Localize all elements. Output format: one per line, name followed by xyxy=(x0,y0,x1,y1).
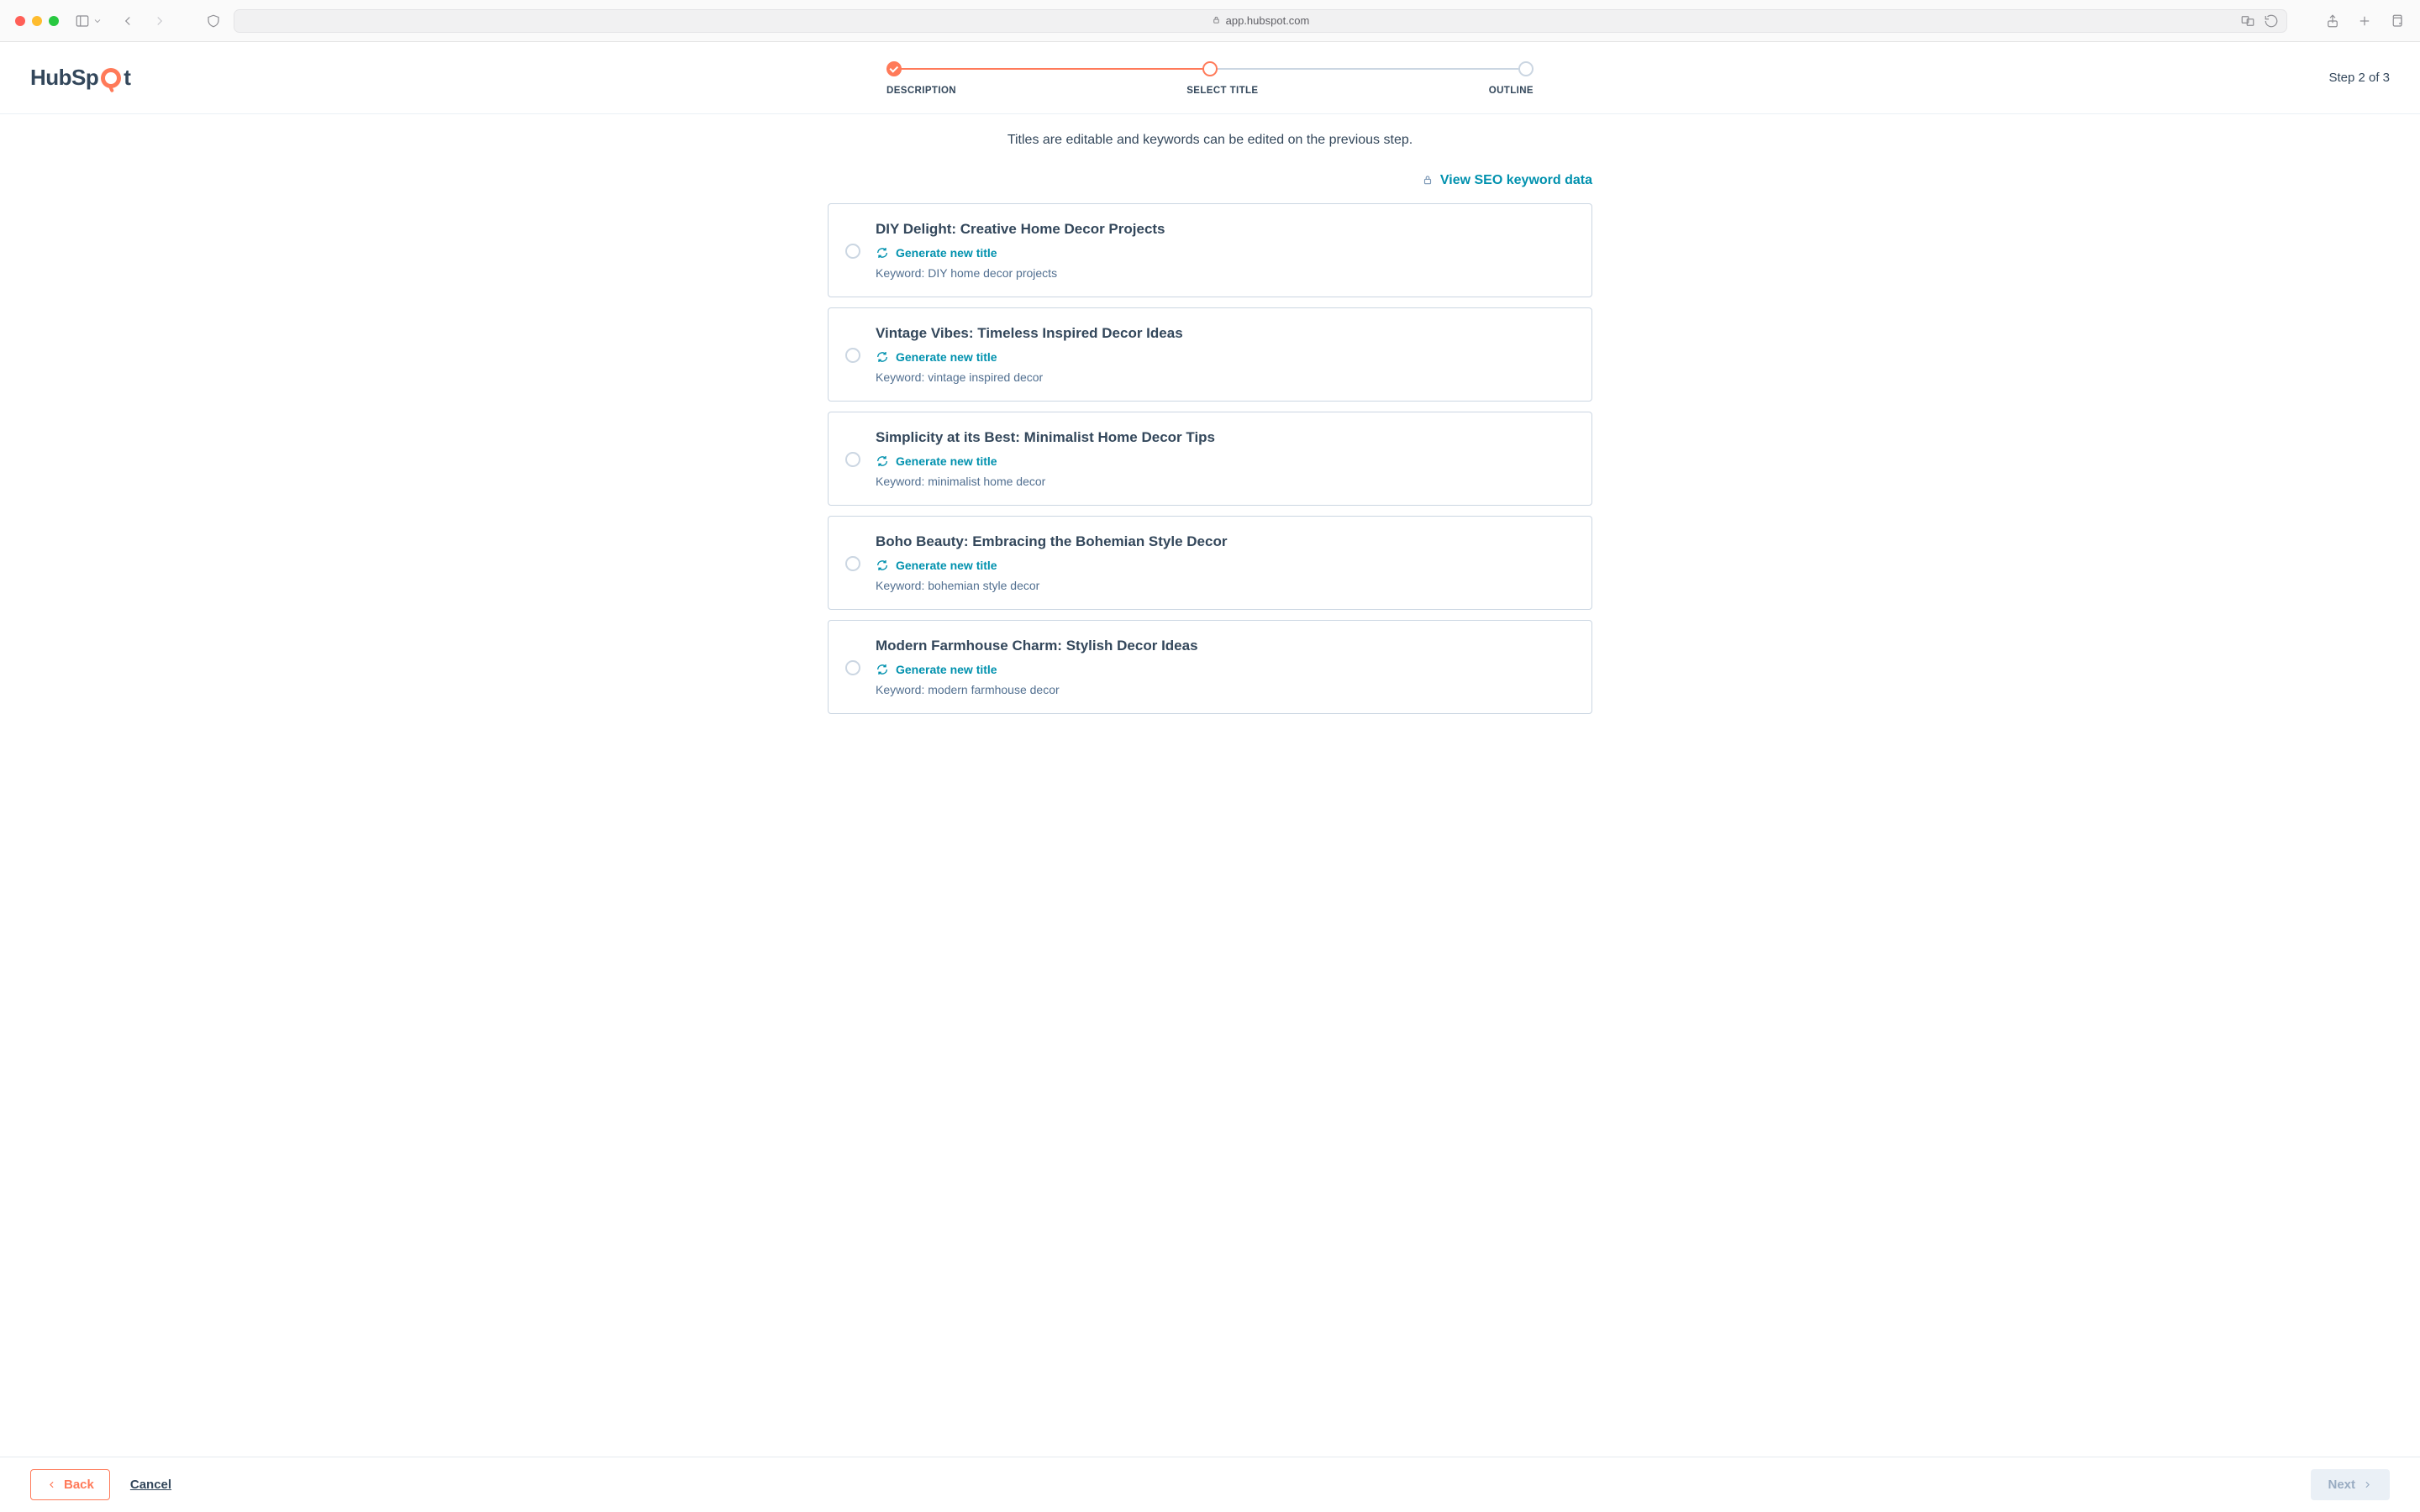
refresh-icon xyxy=(876,559,889,572)
address-bar[interactable]: app.hubspot.com xyxy=(234,9,2287,33)
step-counter: Step 2 of 3 xyxy=(2328,71,2390,85)
title-option-heading: Modern Farmhouse Charm: Stylish Decor Id… xyxy=(876,638,1570,654)
sidebar-toggle-button[interactable] xyxy=(74,13,103,29)
refresh-icon xyxy=(876,663,889,676)
title-radio[interactable] xyxy=(845,452,860,467)
generate-new-title-link[interactable]: Generate new title xyxy=(876,350,1570,364)
title-option-card[interactable]: Boho Beauty: Embracing the Bohemian Styl… xyxy=(828,516,1592,610)
hubspot-logo: HubSp t xyxy=(30,65,130,91)
title-option-heading: Boho Beauty: Embracing the Bohemian Styl… xyxy=(876,533,1570,550)
keyword-prefix: Keyword: xyxy=(876,579,928,592)
step-label-2: SELECT TITLE xyxy=(1186,86,1258,96)
privacy-shield-icon[interactable] xyxy=(205,13,222,29)
keyword-line: Keyword: minimalist home decor xyxy=(876,475,1570,488)
title-option-card[interactable]: Simplicity at its Best: Minimalist Home … xyxy=(828,412,1592,506)
window-minimize-button[interactable] xyxy=(32,16,42,26)
title-option-heading: DIY Delight: Creative Home Decor Project… xyxy=(876,221,1570,238)
translate-icon[interactable] xyxy=(2239,13,2256,29)
reload-icon[interactable] xyxy=(2263,13,2280,29)
keyword-prefix: Keyword: xyxy=(876,370,928,384)
generate-new-title-link[interactable]: Generate new title xyxy=(876,454,1570,468)
generate-new-title-label: Generate new title xyxy=(896,454,997,468)
generate-new-title-label: Generate new title xyxy=(896,350,997,364)
keyword-value: modern farmhouse decor xyxy=(928,683,1059,696)
title-option-card[interactable]: DIY Delight: Creative Home Decor Project… xyxy=(828,203,1592,297)
chevron-down-icon xyxy=(92,13,103,29)
logo-text-suffix: t xyxy=(124,65,130,91)
back-button[interactable]: Back xyxy=(30,1469,110,1500)
window-zoom-button[interactable] xyxy=(49,16,59,26)
title-radio[interactable] xyxy=(845,556,860,571)
main-content: Titles are editable and keywords can be … xyxy=(0,114,2420,1457)
keyword-value: bohemian style decor xyxy=(928,579,1039,592)
keyword-prefix: Keyword: xyxy=(876,683,928,696)
title-radio[interactable] xyxy=(845,244,860,259)
step-3-outline xyxy=(1518,61,1534,76)
browser-forward-button[interactable] xyxy=(151,13,168,29)
step-1-description[interactable] xyxy=(886,61,902,76)
refresh-icon xyxy=(876,350,889,364)
chevron-left-icon xyxy=(46,1479,57,1490)
title-option-card[interactable]: Modern Farmhouse Charm: Stylish Decor Id… xyxy=(828,620,1592,714)
address-url: app.hubspot.com xyxy=(1226,14,1310,27)
title-option-heading: Vintage Vibes: Timeless Inspired Decor I… xyxy=(876,325,1570,342)
lock-icon xyxy=(1422,174,1434,188)
refresh-icon xyxy=(876,454,889,468)
cancel-link[interactable]: Cancel xyxy=(130,1478,171,1492)
title-radio[interactable] xyxy=(845,660,860,675)
next-button[interactable]: Next xyxy=(2311,1469,2390,1500)
keyword-value: vintage inspired decor xyxy=(928,370,1043,384)
next-button-label: Next xyxy=(2328,1478,2355,1492)
wizard-footer: Back Cancel Next xyxy=(0,1457,2420,1512)
tabs-icon[interactable] xyxy=(2388,13,2405,29)
generate-new-title-link[interactable]: Generate new title xyxy=(876,246,1570,260)
lock-icon xyxy=(1212,15,1221,27)
keyword-line: Keyword: modern farmhouse decor xyxy=(876,683,1570,696)
app-header: HubSp t DESCRIPTION SELECT TITLE OUTLINE… xyxy=(0,42,2420,114)
logo-text-prefix: HubSp xyxy=(30,65,98,91)
step-label-1: DESCRIPTION xyxy=(886,86,956,96)
keyword-line: Keyword: DIY home decor projects xyxy=(876,266,1570,280)
view-seo-keyword-data-link[interactable]: View SEO keyword data xyxy=(1440,173,1592,188)
stepper-progress-empty xyxy=(1210,68,1534,70)
keyword-line: Keyword: vintage inspired decor xyxy=(876,370,1570,384)
stepper-progress-filled xyxy=(886,68,1210,70)
keyword-prefix: Keyword: xyxy=(876,475,928,488)
browser-back-button[interactable] xyxy=(119,13,136,29)
sprocket-icon xyxy=(101,68,121,88)
window-traffic-lights xyxy=(15,16,59,26)
generate-new-title-label: Generate new title xyxy=(896,246,997,260)
generate-new-title-label: Generate new title xyxy=(896,663,997,676)
sidebar-icon xyxy=(74,13,91,29)
step-label-3: OUTLINE xyxy=(1489,86,1534,96)
generate-new-title-link[interactable]: Generate new title xyxy=(876,663,1570,676)
title-radio[interactable] xyxy=(845,348,860,363)
wizard-stepper: DESCRIPTION SELECT TITLE OUTLINE xyxy=(886,60,1534,96)
keyword-prefix: Keyword: xyxy=(876,266,928,280)
browser-chrome: app.hubspot.com xyxy=(0,0,2420,42)
keyword-value: DIY home decor projects xyxy=(928,266,1057,280)
new-tab-icon[interactable] xyxy=(2356,13,2373,29)
keyword-line: Keyword: bohemian style decor xyxy=(876,579,1570,592)
chevron-right-icon xyxy=(2362,1479,2373,1490)
title-option-heading: Simplicity at its Best: Minimalist Home … xyxy=(876,429,1570,446)
step-2-select-title[interactable] xyxy=(1202,61,1218,76)
window-close-button[interactable] xyxy=(15,16,25,26)
keyword-value: minimalist home decor xyxy=(928,475,1045,488)
refresh-icon xyxy=(876,246,889,260)
title-option-card[interactable]: Vintage Vibes: Timeless Inspired Decor I… xyxy=(828,307,1592,402)
generate-new-title-label: Generate new title xyxy=(896,559,997,572)
generate-new-title-link[interactable]: Generate new title xyxy=(876,559,1570,572)
back-button-label: Back xyxy=(64,1478,94,1492)
share-icon[interactable] xyxy=(2324,13,2341,29)
subtitle: Titles are editable and keywords can be … xyxy=(0,133,2420,148)
